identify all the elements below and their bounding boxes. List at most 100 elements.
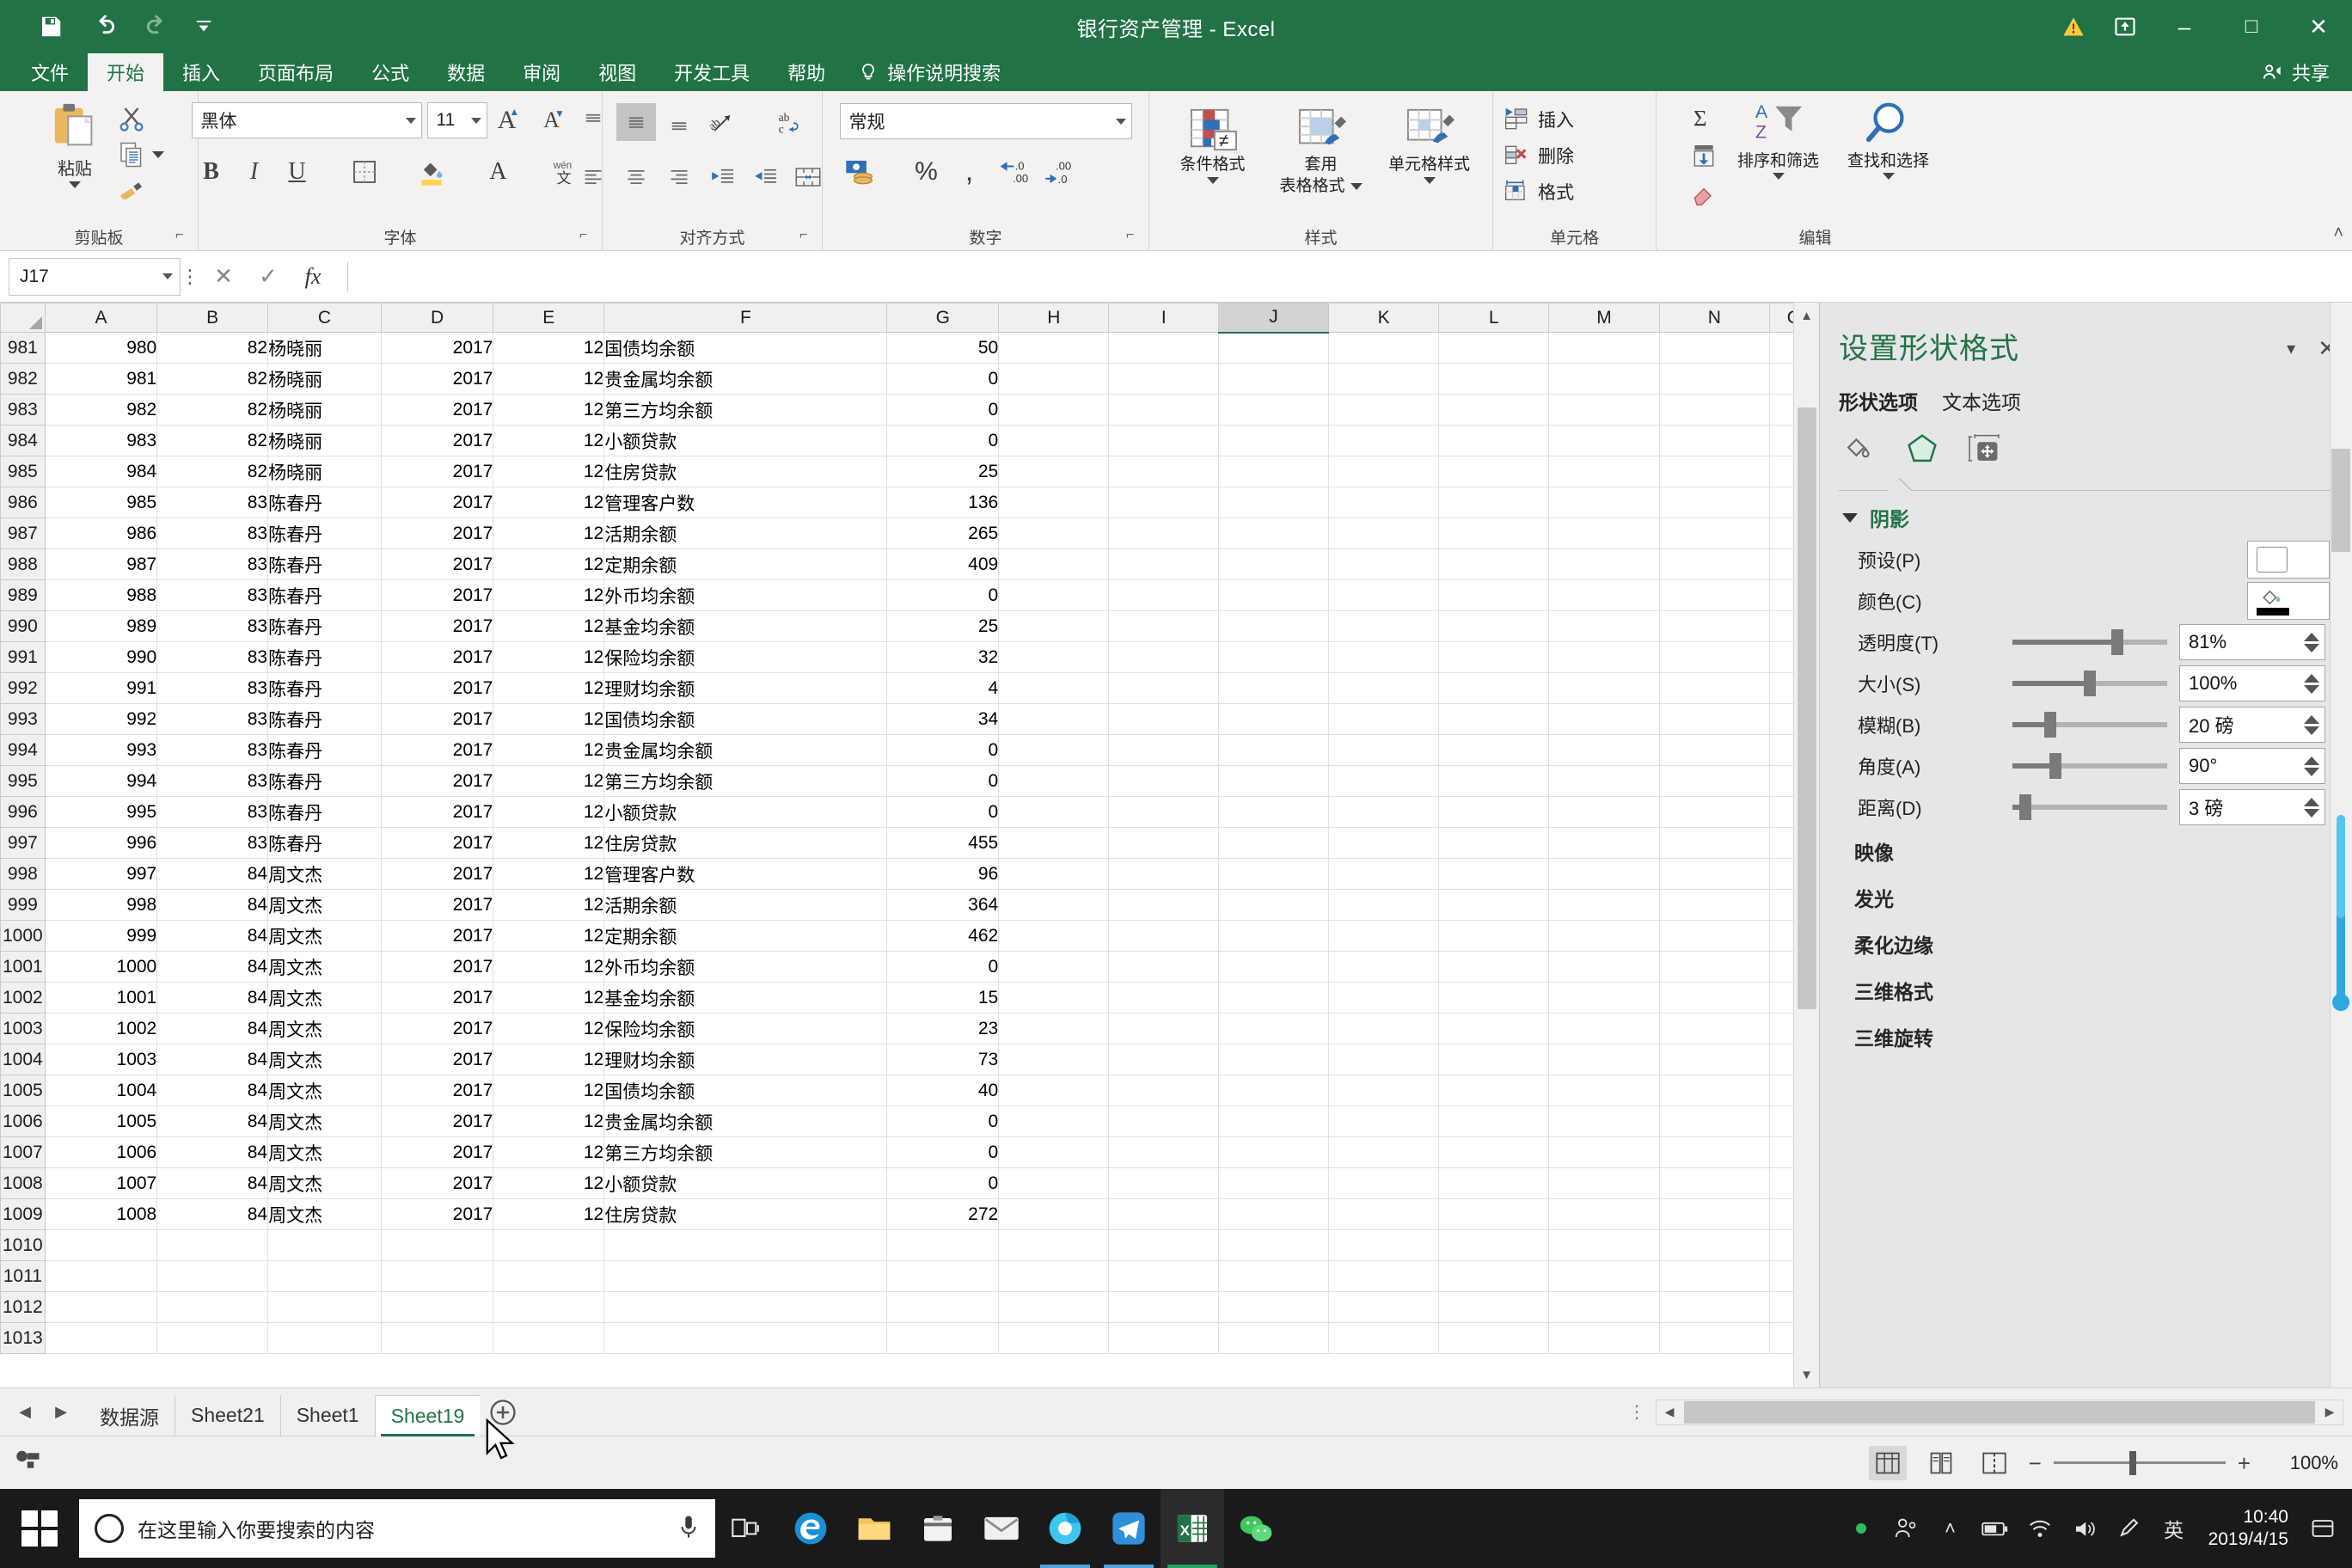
cell-N995[interactable] [1658, 765, 1770, 797]
cell-L1005[interactable] [1438, 1075, 1550, 1106]
cell-F989[interactable]: 外币均余额 [603, 579, 888, 611]
cell-G988[interactable]: 409 [886, 548, 1000, 580]
cell-F991[interactable]: 保险均余额 [603, 641, 888, 673]
cell-J1010[interactable] [1218, 1229, 1330, 1261]
scroll-up-icon[interactable]: ▲ [1793, 303, 1819, 328]
orientation-button[interactable]: ab [702, 103, 742, 141]
cell-G985[interactable]: 25 [886, 456, 1000, 487]
cell-A990[interactable]: 989 [44, 610, 158, 642]
spinner-up-icon[interactable] [2304, 714, 2319, 724]
cell-K993[interactable] [1328, 703, 1440, 735]
cell-A1008[interactable]: 1007 [44, 1167, 158, 1199]
cell-F984[interactable]: 小额贷款 [603, 425, 888, 456]
decrease-decimal-button[interactable]: .00.0 [1036, 153, 1075, 191]
spinner-arrows[interactable] [2304, 790, 2319, 824]
column-header-B[interactable]: B [156, 303, 269, 333]
cell-C1009[interactable]: 周文杰 [267, 1198, 382, 1230]
cell-G983[interactable]: 0 [886, 394, 1000, 426]
font-size-combobox[interactable]: 11 [426, 102, 487, 138]
spinner-up-icon[interactable] [2304, 756, 2319, 765]
collapse-ribbon-icon[interactable]: ˄ [2333, 224, 2343, 243]
formula-input[interactable] [360, 258, 2312, 296]
column-header-H[interactable]: H [998, 303, 1110, 333]
cell-C986[interactable]: 陈春丹 [267, 487, 382, 518]
cell-K1005[interactable] [1328, 1075, 1440, 1106]
cell-B1003[interactable]: 84 [156, 1013, 269, 1044]
cell-F995[interactable]: 第三方均余额 [603, 765, 888, 797]
cell-B1009[interactable]: 84 [156, 1198, 269, 1230]
row-header[interactable]: 1002 [0, 982, 46, 1014]
cell-E1008[interactable]: 12 [493, 1167, 605, 1199]
cell-F1010[interactable] [603, 1229, 888, 1261]
cell-I1002[interactable] [1108, 982, 1220, 1014]
cell-H994[interactable] [998, 734, 1110, 766]
excel-icon[interactable]: X [1161, 1489, 1224, 1568]
table-row[interactable]: 994 993 83 陈春丹 2017 12 贵金属均余额 0 [0, 734, 1819, 766]
cell-F1003[interactable]: 保险均余额 [603, 1013, 888, 1044]
cell-H995[interactable] [998, 765, 1110, 797]
tab-insert[interactable]: 插入 [163, 53, 239, 91]
cell-N985[interactable] [1658, 456, 1770, 487]
row-header[interactable]: 986 [0, 487, 46, 518]
cell-F1000[interactable]: 定期余额 [603, 920, 888, 952]
cell-E992[interactable]: 12 [493, 672, 605, 704]
cell-G991[interactable]: 32 [886, 641, 1000, 673]
cell-E984[interactable]: 12 [493, 425, 605, 456]
cell-H1005[interactable] [998, 1075, 1110, 1106]
cell-C1012[interactable] [267, 1291, 382, 1323]
zoom-thumb[interactable] [2128, 1451, 2136, 1475]
row-header[interactable]: 983 [0, 394, 46, 426]
scroll-down-icon[interactable]: ▼ [1793, 1362, 1819, 1387]
vertical-scrollbar[interactable]: ▲ ▼ [1793, 303, 1819, 1387]
tab-shape-options[interactable]: 形状选项 [1839, 386, 1918, 415]
clear-button[interactable] [1689, 175, 1722, 211]
cell-J981[interactable] [1218, 332, 1330, 364]
table-row[interactable]: 1010 [0, 1229, 1819, 1261]
cell-C998[interactable]: 周文杰 [267, 858, 382, 890]
table-row[interactable]: 984 983 82 杨晓丽 2017 12 小额贷款 0 [0, 425, 1819, 456]
bold-button[interactable]: B [192, 153, 231, 191]
column-header-I[interactable]: I [1108, 303, 1220, 333]
cell-L984[interactable] [1438, 425, 1550, 456]
cell-I988[interactable] [1108, 548, 1220, 580]
cell-G984[interactable]: 0 [886, 425, 1000, 456]
cell-H993[interactable] [998, 703, 1110, 735]
column-header-C[interactable]: C [267, 303, 382, 333]
cell-J1001[interactable] [1218, 951, 1330, 983]
cell-M991[interactable] [1548, 641, 1660, 673]
cell-K991[interactable] [1328, 641, 1440, 673]
shadow-property-spinner[interactable]: 3 磅 [2179, 789, 2325, 825]
cell-J1012[interactable] [1218, 1291, 1330, 1323]
cell-N1002[interactable] [1658, 982, 1770, 1014]
cell-N994[interactable] [1658, 734, 1770, 766]
cell-I1011[interactable] [1108, 1260, 1220, 1292]
cell-B992[interactable]: 83 [156, 672, 269, 704]
task-view-icon[interactable] [715, 1489, 779, 1568]
row-header[interactable]: 998 [0, 858, 46, 890]
page-break-view-button[interactable] [1975, 1446, 2013, 1480]
cell-G990[interactable]: 25 [886, 610, 1000, 642]
cell-J984[interactable] [1218, 425, 1330, 456]
cell-L992[interactable] [1438, 672, 1550, 704]
table-row[interactable]: 992 991 83 陈春丹 2017 12 理财均余额 4 [0, 672, 1819, 704]
cell-D996[interactable]: 2017 [380, 796, 494, 828]
cell-A982[interactable]: 981 [44, 363, 158, 395]
network-icon[interactable] [2018, 1489, 2062, 1568]
column-header-A[interactable]: A [44, 303, 158, 333]
cell-L999[interactable] [1438, 889, 1550, 921]
cell-M992[interactable] [1548, 672, 1660, 704]
spinner-arrows[interactable] [2304, 707, 2319, 742]
cell-H1011[interactable] [998, 1260, 1110, 1292]
cell-F997[interactable]: 住房贷款 [603, 827, 888, 859]
row-header[interactable]: 1009 [0, 1198, 46, 1230]
customize-qat-icon[interactable] [184, 3, 224, 51]
redo-icon[interactable] [131, 3, 184, 51]
cell-C997[interactable]: 陈春丹 [267, 827, 382, 859]
slider-thumb[interactable] [2111, 629, 2123, 655]
table-row[interactable]: 1000 999 84 周文杰 2017 12 定期余额 462 [0, 920, 1819, 952]
cell-F994[interactable]: 贵金属均余额 [603, 734, 888, 766]
cell-L1006[interactable] [1438, 1106, 1550, 1137]
cell-B1011[interactable] [156, 1260, 269, 1292]
cell-N988[interactable] [1658, 548, 1770, 580]
table-row[interactable]: 1012 [0, 1291, 1819, 1323]
